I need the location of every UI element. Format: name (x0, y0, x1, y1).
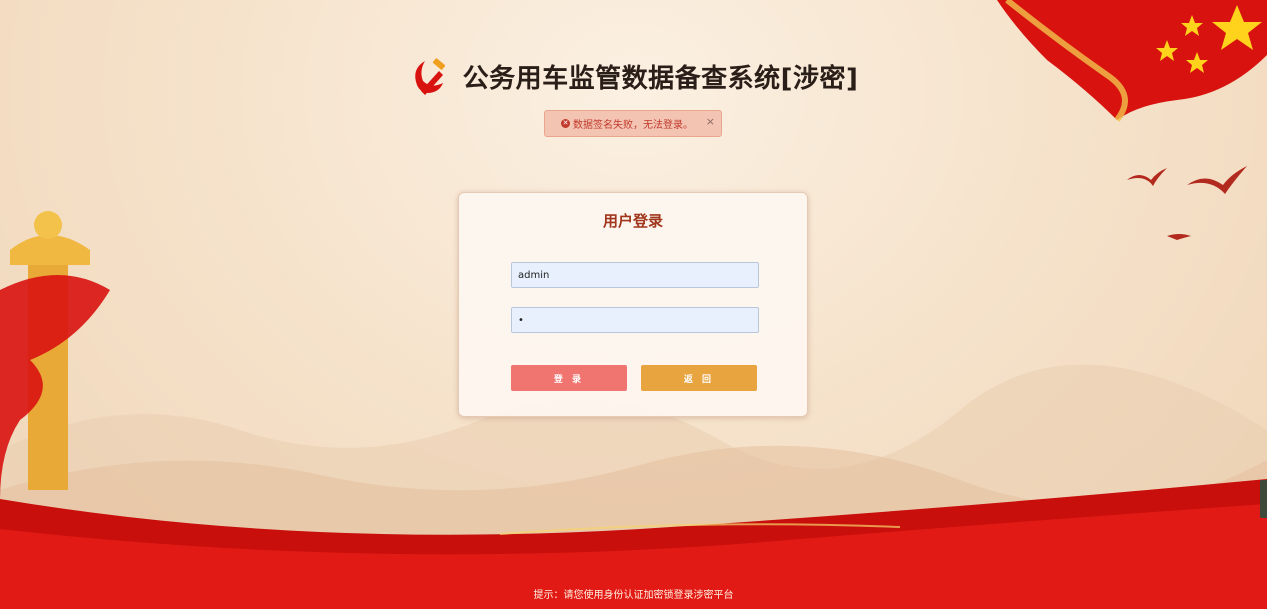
huabiao-pillar-decoration (0, 211, 110, 500)
password-input[interactable] (511, 307, 759, 333)
close-icon[interactable]: × (706, 115, 715, 128)
birds-decoration (1127, 166, 1247, 240)
login-title: 用户登录 (602, 212, 663, 230)
footer-hint: 提示：请您使用身份认证加密锁登录涉密平台 (533, 590, 734, 601)
login-page: 公务用车监管数据备查系统[涉密] ✕ 数据签名失败，无法登录。 × 用户登录 登… (0, 0, 1267, 609)
username-input[interactable] (511, 262, 759, 288)
error-alert: ✕ 数据签名失败，无法登录。 × (544, 110, 722, 137)
party-emblem-icon (414, 58, 445, 95)
page-title: 公务用车监管数据备查系统[涉密] (462, 63, 859, 94)
error-icon: ✕ (561, 119, 570, 128)
login-button[interactable]: 登 录 (511, 365, 627, 391)
side-widget-tab[interactable] (1260, 480, 1267, 518)
back-button[interactable]: 返 回 (641, 365, 757, 391)
page-header: 公务用车监管数据备查系统[涉密] (0, 55, 1267, 97)
alert-message: 数据签名失败，无法登录。 (573, 120, 693, 131)
login-panel: 用户登录 登 录 返 回 (458, 192, 808, 417)
